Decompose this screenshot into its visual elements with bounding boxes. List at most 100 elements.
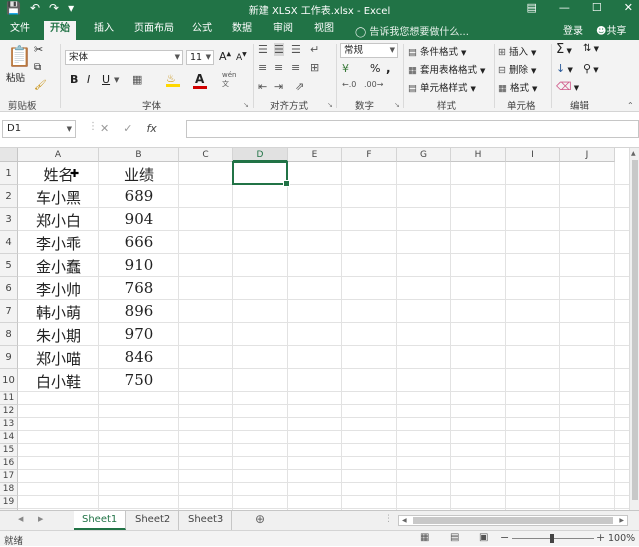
next-sheet-icon[interactable]: ▶ [38, 515, 43, 523]
page-layout-view-icon[interactable]: ▤ [450, 532, 459, 543]
formula-input[interactable] [186, 120, 639, 138]
cell-a4[interactable]: 李小乖 [18, 233, 99, 254]
row-header-15[interactable]: 15 [0, 444, 18, 457]
column-header-f[interactable]: F [342, 148, 397, 162]
cell-b2[interactable]: 689 [99, 187, 179, 205]
row-header-6[interactable]: 6 [0, 277, 18, 300]
row-header-4[interactable]: 4 [0, 231, 18, 254]
enter-icon[interactable]: ✓ [123, 122, 132, 135]
scroll-left-icon[interactable]: ◀ [402, 516, 407, 525]
column-header-g[interactable]: G [397, 148, 451, 162]
scroll-up-icon[interactable]: ▲ [631, 150, 636, 157]
column-header-i[interactable]: I [506, 148, 560, 162]
format-painter-icon[interactable]: 🖌 [34, 80, 47, 91]
row-header-14[interactable]: 14 [0, 431, 18, 444]
cell-a9[interactable]: 郑小喵 [18, 348, 99, 369]
vertical-scrollbar[interactable]: ▲ [629, 148, 639, 510]
row-header-16[interactable]: 16 [0, 457, 18, 470]
border-icon[interactable]: ▦ [132, 73, 142, 86]
row-header-11[interactable]: 11 [0, 392, 18, 405]
cell-b8[interactable]: 970 [99, 325, 179, 343]
tab-view[interactable]: 视图 [308, 21, 340, 40]
underline-button[interactable]: U [102, 73, 110, 86]
tell-me-box[interactable]: ◯ 告诉我您想要做什么... [355, 23, 469, 38]
tab-review[interactable]: 审阅 [267, 21, 299, 40]
tab-insert[interactable]: 插入 [88, 21, 120, 40]
column-header-h[interactable]: H [451, 148, 506, 162]
maximize-button[interactable]: ☐ [592, 1, 602, 14]
clear-icon[interactable]: ⌫ ▼ [556, 80, 579, 93]
tab-formulas[interactable]: 公式 [186, 21, 218, 40]
increase-font-button[interactable]: A▲ [219, 50, 231, 63]
row-header-2[interactable]: 2 [0, 185, 18, 208]
autosum-icon[interactable]: Σ ▼ [556, 42, 572, 57]
column-header-d[interactable]: D [233, 148, 288, 162]
cell-a1[interactable]: 姓名 [18, 164, 99, 185]
active-cell-selection[interactable] [232, 161, 290, 187]
cell-a8[interactable]: 朱小期 [18, 325, 99, 346]
chevron-down-icon[interactable]: ▼ [114, 76, 119, 84]
paste-button[interactable]: 粘贴 [6, 70, 25, 84]
cell-a10[interactable]: 白小鞋 [18, 371, 99, 392]
phonetic-guide-button[interactable]: wén 文 [222, 71, 236, 89]
fill-icon[interactable]: ↓ ▼ [556, 62, 573, 75]
cell-b4[interactable]: 666 [99, 233, 179, 251]
format-as-table-button[interactable]: ▦ 套用表格格式 ▼ [408, 62, 485, 76]
copy-icon[interactable]: ⧉ [34, 62, 41, 73]
row-header-19[interactable]: 19 [0, 496, 18, 509]
login-link[interactable]: 登录 [563, 22, 583, 37]
column-header-e[interactable]: E [288, 148, 342, 162]
cell-a6[interactable]: 李小帅 [18, 279, 99, 300]
decrease-indent-icon[interactable]: ⇤ [258, 80, 267, 93]
find-select-icon[interactable]: ⚲ ▼ [583, 62, 599, 75]
normal-view-icon[interactable]: ▦ [420, 532, 429, 543]
paste-icon[interactable]: 📋 [7, 44, 32, 68]
align-left-icon[interactable]: ≡ [258, 61, 267, 74]
cell-b10[interactable]: 750 [99, 371, 179, 389]
format-cells-button[interactable]: ▦ 格式 ▼ [498, 80, 537, 94]
align-middle-icon[interactable]: ☰ [274, 43, 284, 56]
increase-decimal-icon[interactable]: ←.0 [342, 80, 356, 89]
delete-cells-button[interactable]: ⊟ 删除 ▼ [498, 62, 536, 76]
align-center-icon[interactable]: ≡ [274, 61, 283, 74]
sheet-tab-sheet3[interactable]: Sheet3 [180, 511, 233, 530]
cancel-icon[interactable]: ✕ [100, 122, 109, 135]
sort-filter-icon[interactable]: ⇅ ▼ [583, 43, 599, 54]
zoom-slider-thumb[interactable] [550, 534, 554, 543]
cell-b5[interactable]: 910 [99, 256, 179, 274]
row-header-12[interactable]: 12 [0, 405, 18, 418]
decrease-font-button[interactable]: A▼ [236, 51, 247, 63]
decrease-decimal-icon[interactable]: .00→ [364, 80, 383, 89]
align-top-icon[interactable]: ☰ [258, 43, 268, 56]
select-all-button[interactable] [0, 148, 18, 162]
sheet-tab-sheet2[interactable]: Sheet2 [127, 511, 180, 530]
share-button[interactable]: ☻共享 [596, 22, 626, 37]
wrap-text-icon[interactable]: ↵ [310, 43, 319, 56]
currency-icon[interactable]: ¥ [342, 62, 349, 75]
ribbon-display-icon[interactable]: ▤ [527, 1, 537, 14]
zoom-in-button[interactable]: + [596, 531, 605, 544]
dialog-launcher-icon[interactable]: ↘ [394, 101, 400, 109]
tab-data[interactable]: 数据 [226, 21, 258, 40]
row-header-1[interactable]: 1 [0, 162, 18, 185]
cell-b9[interactable]: 846 [99, 348, 179, 366]
zoom-level[interactable]: 100% [608, 533, 635, 544]
cell-area[interactable]: 姓名 业绩 车小黑 689 郑小白 904 李小乖 666 金小蠢 910 李小帅 768 韩小萌 896… [18, 161, 639, 510]
cut-icon[interactable]: ✂ [34, 43, 43, 56]
tab-file[interactable]: 文件 [4, 21, 36, 40]
insert-cells-button[interactable]: ⊞ 插入 ▼ [498, 44, 536, 58]
scrollbar-thumb[interactable] [413, 517, 613, 524]
row-header-3[interactable]: 3 [0, 208, 18, 231]
add-sheet-button[interactable]: ⊕ [255, 512, 265, 526]
column-header-j[interactable]: J [560, 148, 615, 162]
align-right-icon[interactable]: ≡ [291, 61, 300, 74]
tab-home[interactable]: 开始 [44, 21, 76, 40]
cell-styles-button[interactable]: ▤ 单元格样式 ▼ [408, 80, 476, 94]
font-size-select[interactable]: 11 ▼ [186, 50, 214, 65]
tab-splitter-icon[interactable]: ⋮ [384, 514, 393, 524]
comma-button[interactable]: , [386, 61, 391, 75]
conditional-format-button[interactable]: ▤ 条件格式 ▼ [408, 44, 466, 58]
minimize-button[interactable]: — [559, 1, 570, 14]
collapse-ribbon-icon[interactable]: ⌃ [627, 101, 634, 110]
row-header-17[interactable]: 17 [0, 470, 18, 483]
